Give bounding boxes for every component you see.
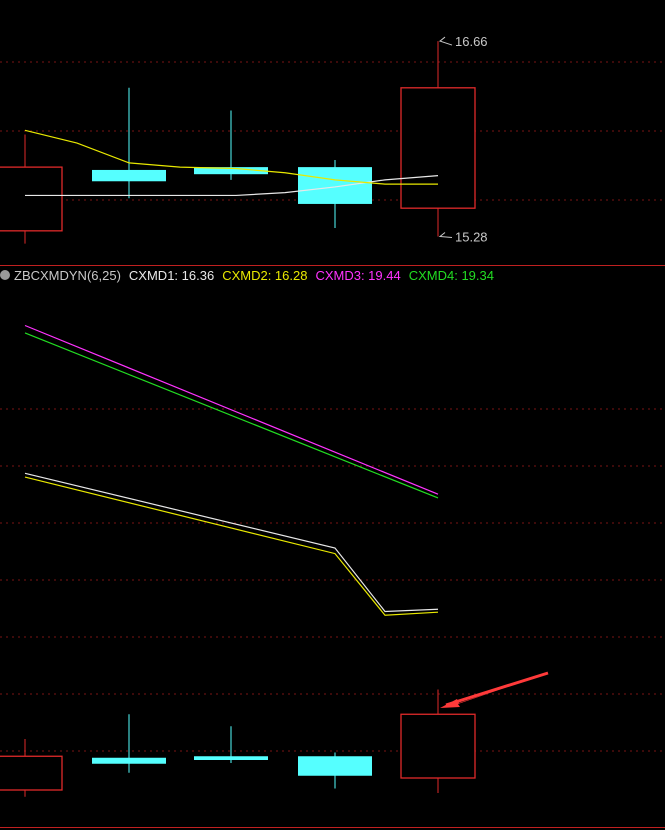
lower-candle-body-down <box>298 756 372 776</box>
cxmd1-value: CXMD1: 16.36 <box>128 267 215 283</box>
candle-body-up <box>0 166 63 232</box>
indicator-settings-icon[interactable] <box>0 270 10 280</box>
candle-body-down <box>298 167 372 204</box>
indicator-name: ZBCXMDYN(6,25) <box>14 267 121 283</box>
high-label: 16.66 <box>455 34 488 49</box>
cxmd3-line <box>24 324 439 495</box>
cxmd4-value: CXMD4: 19.34 <box>408 267 494 283</box>
lower-candle-body-down <box>194 756 268 760</box>
lower-candle-body-up <box>400 713 476 779</box>
lower-candle-body-down <box>92 757 166 764</box>
candle-body-up <box>400 87 476 209</box>
low-label: 15.28 <box>455 230 488 245</box>
annotation-arrow-shaft <box>445 671 549 707</box>
cxmd1-line <box>24 472 439 613</box>
cxmd2-value: CXMD2: 16.28 <box>222 267 308 283</box>
low-marker-icon <box>438 232 453 239</box>
chart-canvas: 16.66 15.28 <box>0 34 665 828</box>
cxmd2-line <box>24 476 439 616</box>
cxmd3-value: CXMD3: 19.44 <box>315 267 401 283</box>
candle-body-down <box>92 169 166 182</box>
lower-candle-body-up <box>0 755 63 791</box>
high-marker-icon <box>438 36 453 46</box>
cxmd4-line <box>24 332 439 499</box>
indicator-legend: ZBCXMDYN(6,25) CXMD1: 16.36 CXMD2: 16.28… <box>0 266 502 284</box>
